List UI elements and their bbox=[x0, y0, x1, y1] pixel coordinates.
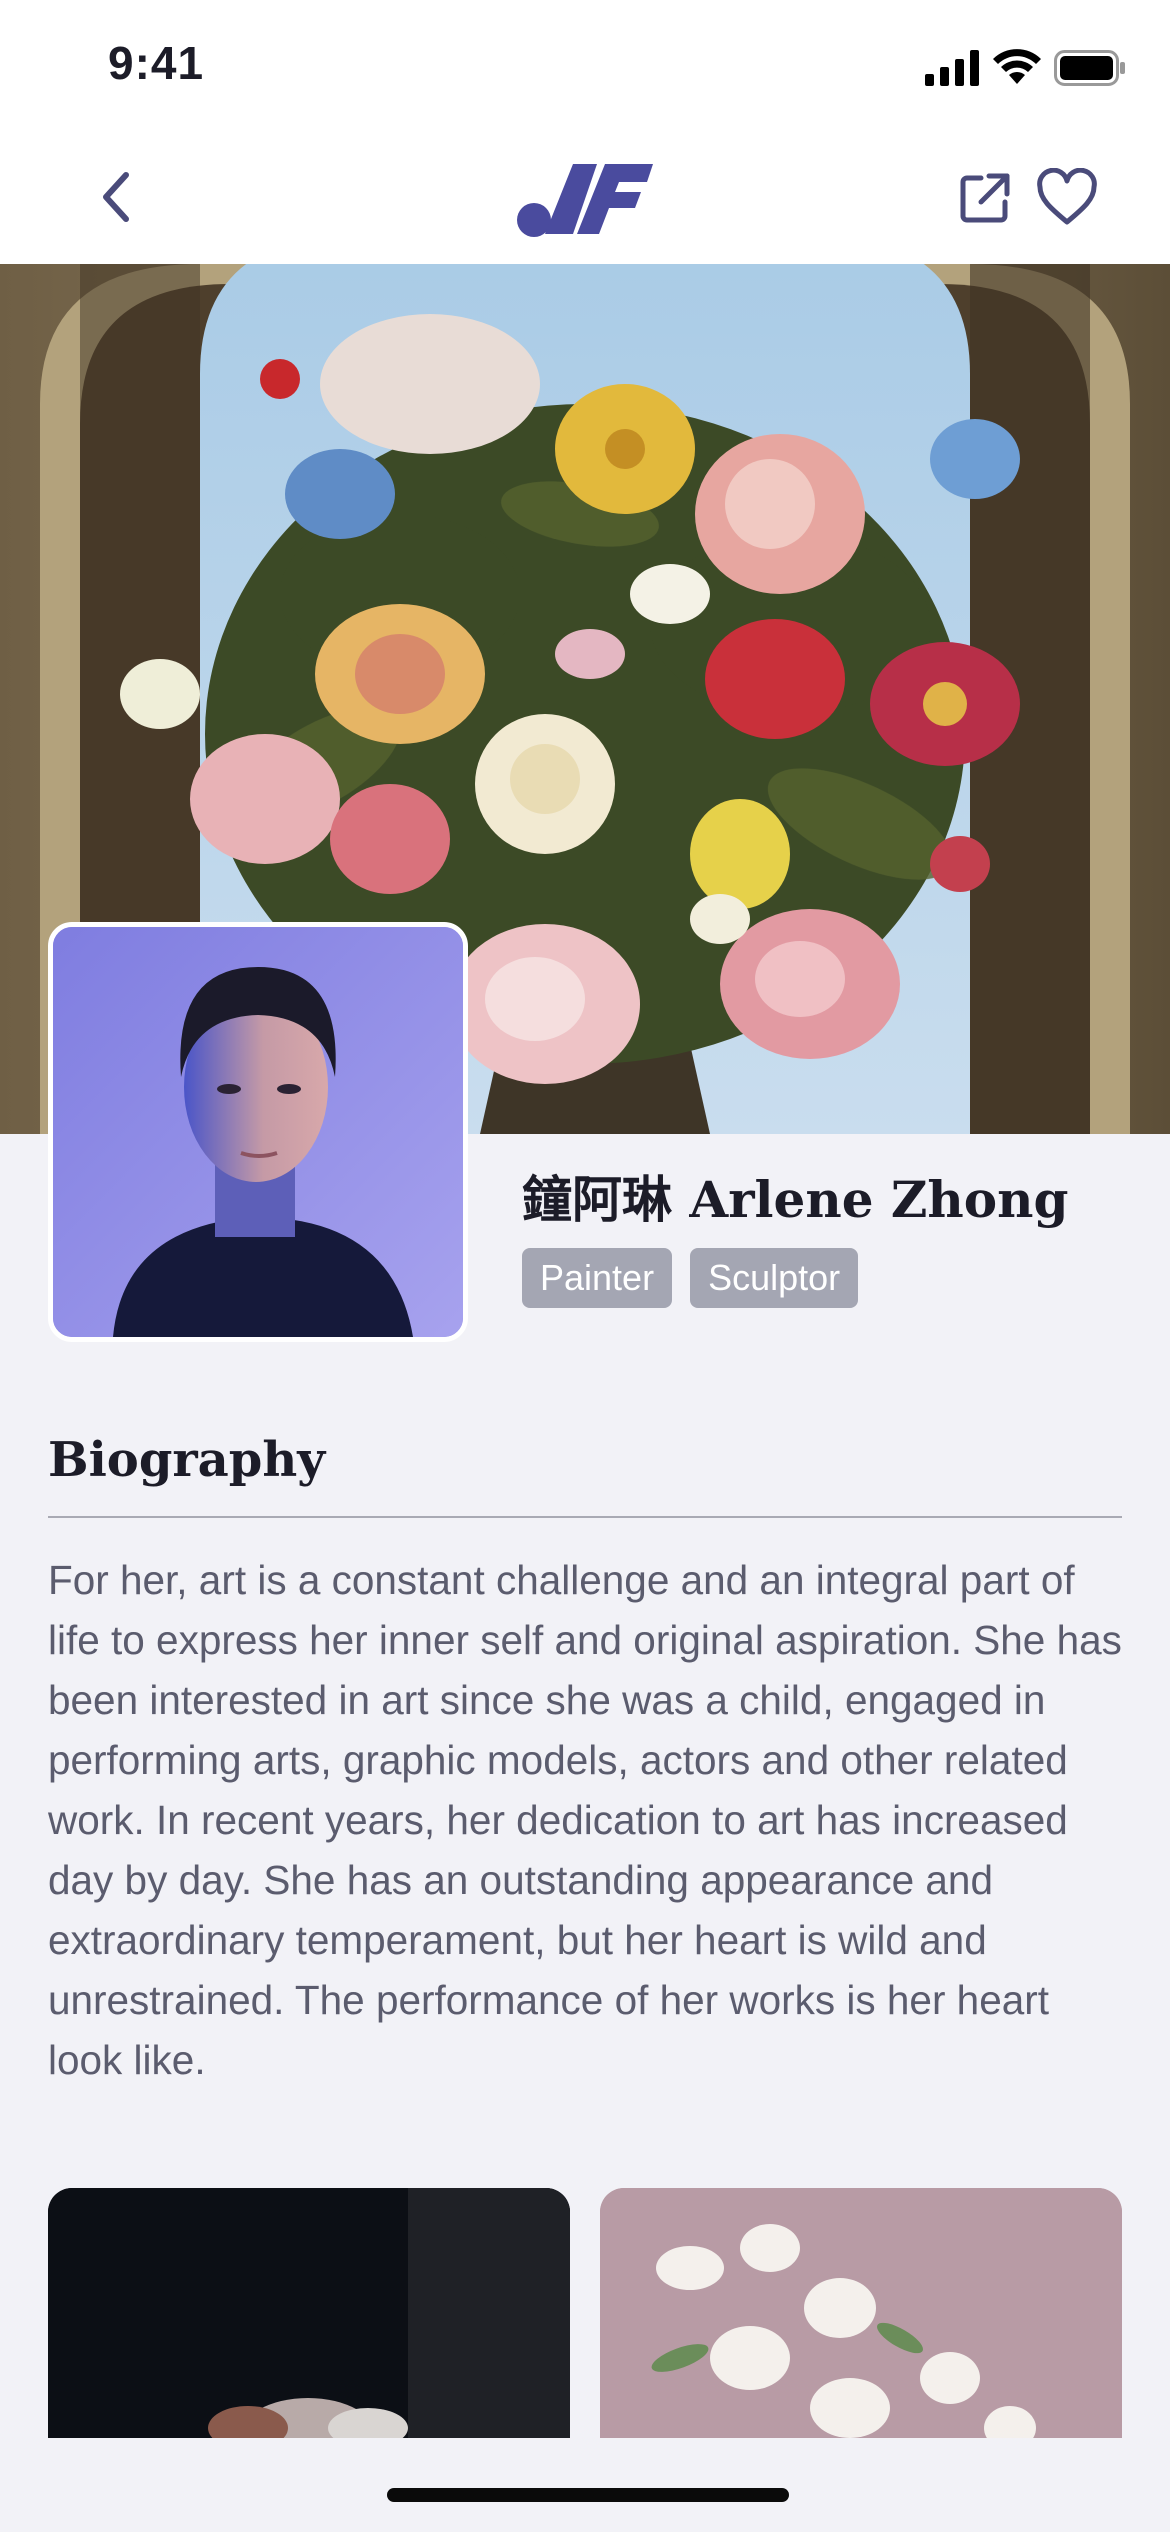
biography-title: Biography bbox=[48, 1432, 326, 1488]
tag-sculptor[interactable]: Sculptor bbox=[690, 1248, 859, 1308]
artist-tags: Painter Sculptor bbox=[522, 1248, 859, 1308]
wifi-icon bbox=[993, 49, 1041, 84]
share-button[interactable] bbox=[955, 168, 1015, 228]
artwork-card-1[interactable] bbox=[48, 2188, 570, 2438]
battery-icon bbox=[1054, 50, 1125, 86]
heart-icon bbox=[1037, 167, 1097, 225]
brand-logo bbox=[517, 164, 653, 237]
artist-avatar bbox=[48, 922, 468, 1342]
share-external-icon bbox=[960, 173, 1010, 223]
cellular-signal-icon bbox=[925, 50, 979, 86]
section-divider bbox=[48, 1516, 1122, 1518]
nav-bar bbox=[0, 132, 1170, 264]
back-button[interactable] bbox=[80, 162, 150, 232]
status-bar: 9:41 bbox=[0, 0, 1170, 132]
favorite-button[interactable] bbox=[1035, 167, 1099, 228]
biography-text: For her, art is a constant challenge and… bbox=[48, 1557, 1122, 2083]
artist-name: 鐘阿琳 Arlene Zhong bbox=[522, 1170, 1069, 1229]
artwork-card-2[interactable] bbox=[600, 2188, 1122, 2438]
tag-painter[interactable]: Painter bbox=[522, 1248, 673, 1308]
status-time: 9:41 bbox=[108, 37, 205, 89]
chevron-left-icon bbox=[103, 172, 129, 222]
home-indicator[interactable] bbox=[387, 2488, 789, 2502]
